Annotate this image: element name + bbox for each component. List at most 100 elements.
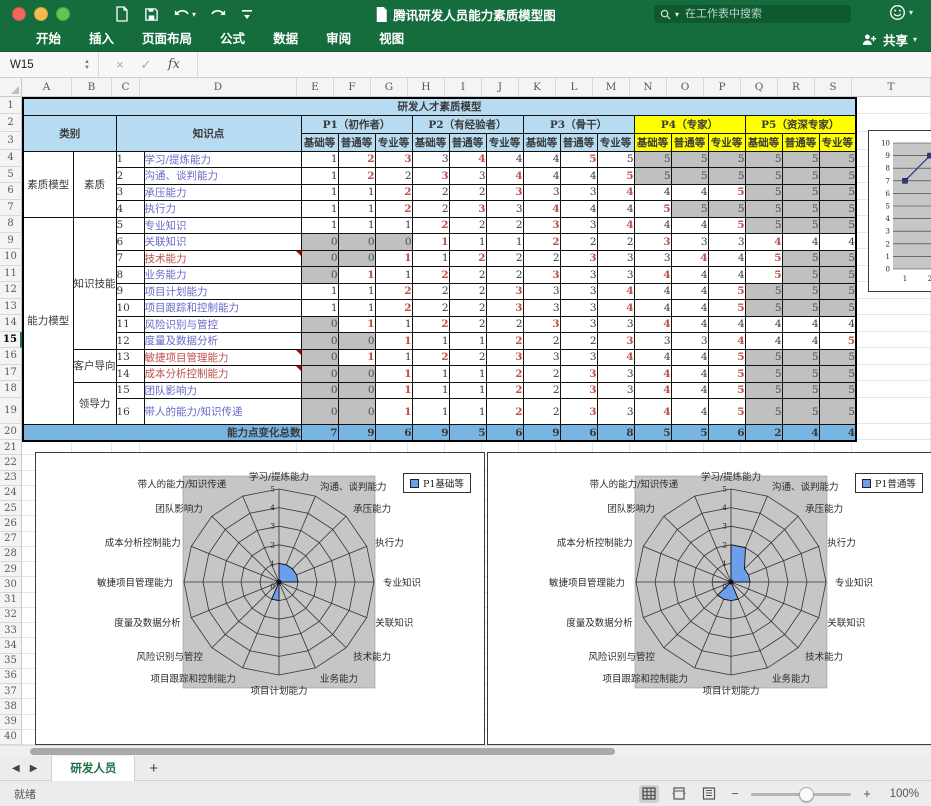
header-sublevel-1-2[interactable]: 普通等: [338, 133, 375, 151]
row-number-cell[interactable]: 4: [116, 201, 144, 218]
header-sublevel-5-3[interactable]: 专业等: [819, 133, 856, 151]
redo-icon[interactable]: [210, 7, 227, 21]
value-cell[interactable]: 5: [782, 201, 819, 218]
knowledge-point-cell[interactable]: 风险识别与管控: [144, 316, 301, 333]
value-cell[interactable]: 0: [301, 250, 338, 267]
row-header-8[interactable]: 8: [0, 216, 22, 233]
value-cell[interactable]: 0: [338, 382, 375, 399]
total-value-cell[interactable]: 9: [412, 425, 449, 442]
value-cell[interactable]: 5: [708, 217, 745, 234]
row-header-9[interactable]: 9: [0, 233, 22, 250]
value-cell[interactable]: 5: [708, 399, 745, 425]
subcategory-cell[interactable]: 知识技能: [73, 217, 116, 349]
value-cell[interactable]: 3: [597, 382, 634, 399]
value-cell[interactable]: 3: [560, 349, 597, 366]
value-cell[interactable]: 5: [819, 267, 856, 284]
value-cell[interactable]: 2: [486, 399, 523, 425]
value-cell[interactable]: 4: [523, 168, 560, 185]
header-level-1[interactable]: P1（初作者）: [301, 115, 412, 133]
value-cell[interactable]: 1: [375, 267, 412, 284]
value-cell[interactable]: 5: [708, 349, 745, 366]
subcategory-cell[interactable]: 素质: [73, 151, 116, 217]
value-cell[interactable]: 4: [782, 234, 819, 251]
value-cell[interactable]: 1: [301, 283, 338, 300]
name-box-spinner[interactable]: ▲▼: [84, 59, 90, 71]
value-cell[interactable]: 2: [486, 250, 523, 267]
value-cell[interactable]: 3: [523, 184, 560, 201]
zoom-slider[interactable]: [751, 787, 851, 801]
value-cell[interactable]: 4: [523, 151, 560, 168]
value-cell[interactable]: 5: [819, 184, 856, 201]
value-cell[interactable]: 4: [523, 201, 560, 218]
value-cell[interactable]: 0: [301, 267, 338, 284]
value-cell[interactable]: 4: [708, 250, 745, 267]
value-cell[interactable]: 1: [449, 333, 486, 350]
value-cell[interactable]: 2: [523, 250, 560, 267]
knowledge-point-cell[interactable]: 沟通、谈判能力: [144, 168, 301, 185]
total-value-cell[interactable]: 9: [338, 425, 375, 442]
ribbon-tab-3[interactable]: 公式: [206, 28, 259, 51]
new-file-icon[interactable]: [114, 6, 130, 22]
value-cell[interactable]: 2: [449, 267, 486, 284]
header-sublevel-2-2[interactable]: 普通等: [449, 133, 486, 151]
value-cell[interactable]: 5: [634, 168, 671, 185]
value-cell[interactable]: 4: [634, 184, 671, 201]
value-cell[interactable]: 2: [412, 201, 449, 218]
value-cell[interactable]: 4: [671, 366, 708, 383]
value-cell[interactable]: 4: [671, 283, 708, 300]
page-layout-view-button[interactable]: [669, 785, 689, 803]
value-cell[interactable]: 1: [412, 366, 449, 383]
column-header-O[interactable]: O: [667, 78, 704, 97]
value-cell[interactable]: 5: [708, 201, 745, 218]
value-cell[interactable]: 5: [782, 217, 819, 234]
value-cell[interactable]: 5: [708, 300, 745, 317]
row-header-38[interactable]: 38: [0, 699, 22, 714]
value-cell[interactable]: 3: [634, 333, 671, 350]
horizontal-scrollbar-thumb[interactable]: [30, 748, 615, 755]
value-cell[interactable]: 2: [412, 349, 449, 366]
value-cell[interactable]: 2: [523, 234, 560, 251]
value-cell[interactable]: 5: [819, 349, 856, 366]
value-cell[interactable]: 3: [486, 201, 523, 218]
value-cell[interactable]: 2: [486, 333, 523, 350]
row-header-5[interactable]: 5: [0, 167, 22, 184]
value-cell[interactable]: 2: [523, 382, 560, 399]
value-cell[interactable]: 0: [338, 399, 375, 425]
value-cell[interactable]: 4: [597, 349, 634, 366]
value-cell[interactable]: 2: [486, 217, 523, 234]
value-cell[interactable]: 2: [486, 267, 523, 284]
value-cell[interactable]: 5: [745, 250, 782, 267]
value-cell[interactable]: 5: [708, 151, 745, 168]
row-header-24[interactable]: 24: [0, 486, 22, 501]
value-cell[interactable]: 4: [449, 151, 486, 168]
fullscreen-window-button[interactable]: [56, 7, 70, 21]
value-cell[interactable]: 1: [449, 382, 486, 399]
category-cell[interactable]: 能力模型: [23, 217, 73, 425]
header-level-2[interactable]: P2（有经验者）: [412, 115, 523, 133]
row-header-28[interactable]: 28: [0, 547, 22, 562]
ribbon-tab-6[interactable]: 视图: [365, 28, 418, 51]
next-sheet-icon[interactable]: ▶: [30, 763, 38, 774]
horizontal-scrollbar[interactable]: [0, 745, 931, 756]
column-header-D[interactable]: D: [140, 78, 297, 97]
value-cell[interactable]: 3: [412, 151, 449, 168]
row-header-17[interactable]: 17: [0, 365, 22, 382]
header-sublevel-4-1[interactable]: 基础等: [634, 133, 671, 151]
zoom-out-button[interactable]: −: [729, 786, 741, 801]
row-number-cell[interactable]: 8: [116, 267, 144, 284]
value-cell[interactable]: 4: [671, 316, 708, 333]
knowledge-point-cell[interactable]: 度量及数据分析: [144, 333, 301, 350]
column-header-F[interactable]: F: [334, 78, 371, 97]
column-header-E[interactable]: E: [297, 78, 334, 97]
undo-icon[interactable]: ▾: [173, 7, 196, 21]
total-value-cell[interactable]: 7: [301, 425, 338, 442]
value-cell[interactable]: 2: [486, 316, 523, 333]
value-cell[interactable]: 5: [782, 283, 819, 300]
value-cell[interactable]: 1: [375, 366, 412, 383]
value-cell[interactable]: 5: [782, 184, 819, 201]
value-cell[interactable]: 4: [745, 234, 782, 251]
knowledge-point-cell[interactable]: 技术能力: [144, 250, 301, 267]
value-cell[interactable]: 5: [745, 184, 782, 201]
value-cell[interactable]: 3: [597, 399, 634, 425]
knowledge-point-cell[interactable]: 专业知识: [144, 217, 301, 234]
